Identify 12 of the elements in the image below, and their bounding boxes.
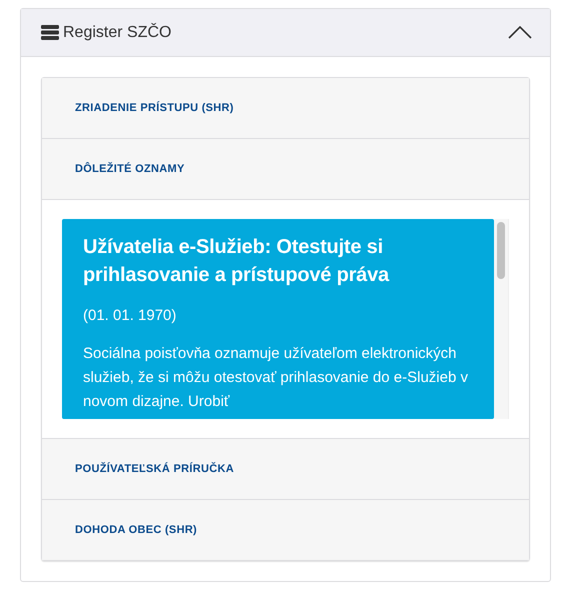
notice-date: (01. 01. 1970) (83, 307, 178, 324)
accordion-header[interactable]: DOHODA OBEC (SHR) (42, 500, 529, 560)
server-icon (41, 25, 59, 40)
notice-title: Užívatelia e-Služieb: Otestujte si prihlasovanie a prístupové práva (83, 235, 390, 288)
accordion-header[interactable]: DÔLEŽITÉ OZNAMY (42, 139, 529, 200)
accordion-header[interactable]: POUŽÍVATEĽSKÁ PRÍRUČKA (42, 439, 529, 499)
chevron-up-icon[interactable] (508, 26, 532, 39)
notice-text: Sociálna poisťovňa oznamuje užívateľom elektronických služieb, že si môžu otestovať prihlasovanie do e-Služieb v novom dizajne. Urobiť (83, 344, 469, 412)
scrollbar[interactable] (494, 219, 508, 419)
panel-title: Register SZČO (63, 24, 172, 42)
panel-header[interactable]: Register SZČO (21, 9, 550, 57)
accordion-header[interactable]: ZRIADENIE PRÍSTUPU (SHR) (42, 78, 529, 138)
